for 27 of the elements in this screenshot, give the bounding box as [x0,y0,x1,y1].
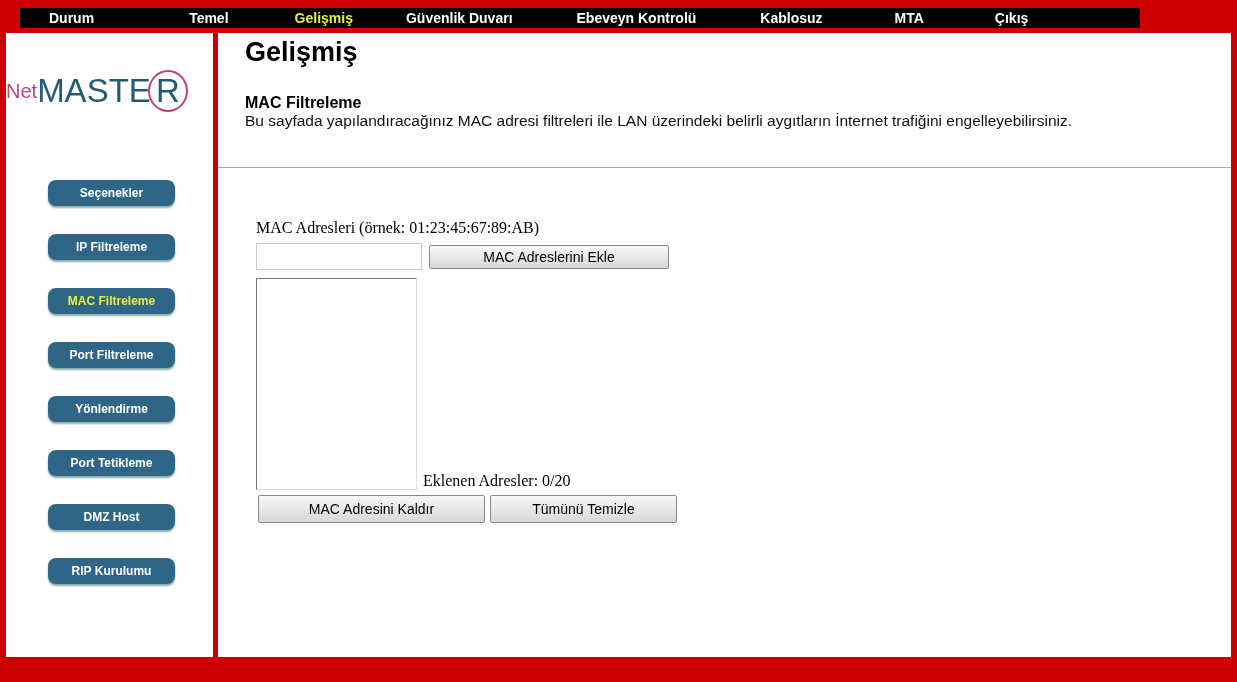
sidebar-button[interactable]: Yönlendirme [48,396,175,422]
sidebar-button[interactable]: Port Filtreleme [48,342,175,368]
nav-tab[interactable]: Çıkış [994,10,1029,26]
mac-address-input[interactable] [256,243,422,270]
sidebar-button[interactable]: MAC Filtreleme [48,288,175,314]
description-text: Bu sayfada yapılandıracağınız MAC adresi filtreleri ile LAN üzerindeki belirli aygıtların İnternet trafiğini engelleyebilirsiniz. [245,112,1074,130]
add-mac-button[interactable]: MAC Adreslerini Ekle [429,244,669,269]
nav-tab[interactable]: Güvenlik Duvarı [405,10,513,26]
address-count: Eklenen Adresler: 0/20 [423,472,571,490]
netmaster-logo: NetMASTE R [6,70,188,112]
mac-address-label: MAC Adresleri (örnek: 01:23:45:67:89:AB) [256,219,541,237]
mac-address-list[interactable] [256,278,417,490]
sidebar-button[interactable]: IP Filtreleme [48,234,175,260]
nav-tab[interactable]: Temel [189,10,229,26]
nav-tab[interactable]: Gelişmiş [294,10,353,26]
section-title: MAC Filtreleme [245,94,363,112]
nav-tab[interactable]: Ebeveyn Kontrolü [576,10,697,26]
nav-tab[interactable]: Durum [49,10,95,26]
form-button[interactable]: MAC Adresini Kaldır [258,495,485,523]
sidebar-button[interactable]: Seçenekler [48,180,175,206]
page-title: Gelişmiş [245,37,359,68]
sidebar-button[interactable]: DMZ Host [48,504,175,530]
nav-tab[interactable]: MTA [894,10,924,26]
sidebar-button[interactable]: RIP Kurulumu [48,558,175,584]
nav-tab[interactable]: Kablosuz [760,10,823,26]
form-button[interactable]: Tümünü Temizle [490,495,677,523]
sidebar-button[interactable]: Port Tetikleme [48,450,175,476]
